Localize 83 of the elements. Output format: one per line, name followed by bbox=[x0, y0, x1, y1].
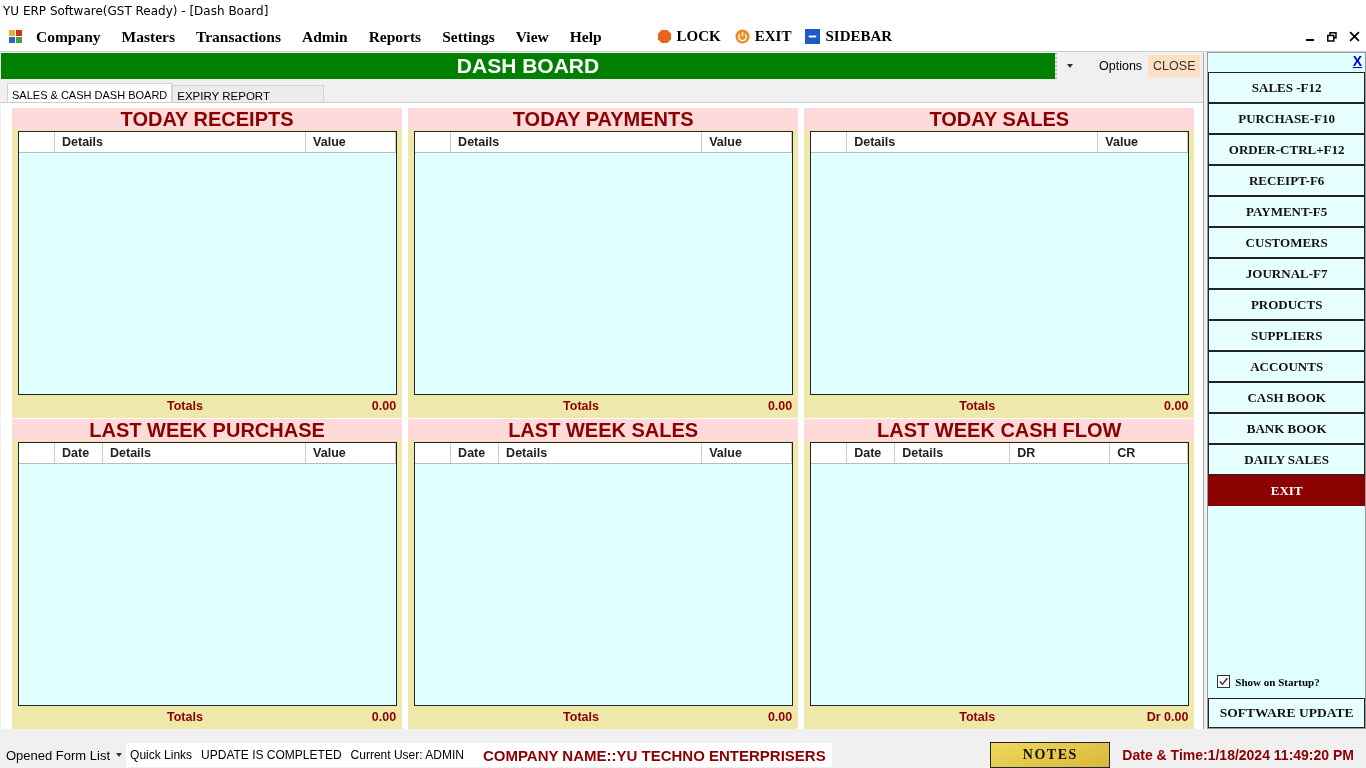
totals-label: Totals bbox=[959, 710, 996, 724]
caret-icon bbox=[116, 753, 123, 757]
panel-title: TODAY SALES bbox=[804, 108, 1195, 130]
shortcut-button[interactable]: BANK BOOK bbox=[1208, 413, 1365, 444]
column-header: Details bbox=[62, 135, 103, 149]
column-header: Details bbox=[110, 446, 151, 460]
totals-label: Totals bbox=[167, 710, 203, 724]
menu-item[interactable]: Company bbox=[36, 27, 101, 46]
panel-title: TODAY RECEIPTS bbox=[12, 108, 403, 130]
column-header: Details bbox=[506, 446, 548, 460]
menu-action-button[interactable]: LOCK bbox=[656, 28, 721, 45]
opened-form-list-dropdown[interactable]: Opened Form List bbox=[0, 747, 127, 763]
totals-value: 0.00 bbox=[767, 399, 793, 413]
dropdown-caret-icon[interactable] bbox=[1067, 64, 1073, 68]
totals-value: 0.00 bbox=[1164, 399, 1189, 413]
totals-value: 0.00 bbox=[767, 710, 793, 724]
column-header: Value bbox=[709, 446, 742, 460]
column-header: Details bbox=[458, 135, 500, 149]
column-header: Value bbox=[313, 446, 346, 460]
column-header: CR bbox=[1117, 446, 1136, 460]
software-update-button[interactable]: SOFTWARE UPDATE bbox=[1208, 698, 1365, 728]
column-header: Details bbox=[902, 446, 944, 460]
power-icon bbox=[734, 29, 750, 44]
options-button[interactable]: Options bbox=[1097, 57, 1145, 75]
totals-value: 0.00 bbox=[371, 399, 397, 413]
column-header: Date bbox=[62, 446, 90, 460]
menu-item[interactable]: View bbox=[515, 27, 549, 46]
totals-label: Totals bbox=[563, 399, 599, 413]
menu-item[interactable]: Transactions bbox=[196, 27, 281, 46]
shortcut-button[interactable]: JOURNAL-F7 bbox=[1208, 258, 1365, 289]
shortcut-button[interactable]: ACCOUNTS bbox=[1208, 351, 1365, 382]
tab[interactable]: SALES & CASH DASH BOARD bbox=[7, 83, 173, 104]
shortcut-button[interactable]: DAILY SALES bbox=[1208, 444, 1365, 475]
panel-title: LAST WEEK PURCHASE bbox=[12, 419, 403, 441]
shortcut-button[interactable]: SUPPLIERS bbox=[1208, 320, 1365, 351]
minus-icon bbox=[805, 29, 821, 44]
column-header: Value bbox=[313, 135, 346, 149]
shortcut-button[interactable]: PRODUCTS bbox=[1208, 289, 1365, 320]
app-icon bbox=[9, 29, 23, 44]
close-link[interactable]: X bbox=[1352, 53, 1362, 72]
startup-checkbox[interactable]: Show on Startup? bbox=[1208, 675, 1365, 688]
date-time: Date & Time:1/18/2024 11:49:20 PM bbox=[1122, 747, 1354, 763]
panel-title: LAST WEEK SALES bbox=[408, 419, 799, 441]
window-title: YU ERP Software(GST Ready) - [Dash Board] bbox=[3, 4, 269, 18]
update-status: UPDATE IS COMPLETED bbox=[201, 748, 342, 762]
totals-value: Dr 0.00 bbox=[1146, 710, 1189, 724]
column-header: Details bbox=[854, 135, 896, 149]
menu-action-button[interactable]: EXIT bbox=[734, 28, 792, 45]
column-header: Date bbox=[458, 446, 486, 460]
dashboard-title: DASH BOARD bbox=[456, 54, 600, 78]
close-button[interactable]: CLOSE bbox=[1148, 55, 1201, 77]
panel-title: TODAY PAYMENTS bbox=[408, 108, 799, 130]
quick-links[interactable]: Quick Links bbox=[130, 748, 193, 762]
current-user: Current User: ADMIN bbox=[350, 748, 464, 762]
shortcut-button[interactable]: PAYMENT-F5 bbox=[1208, 196, 1365, 227]
shortcut-button[interactable]: PURCHASE-F10 bbox=[1208, 103, 1365, 134]
totals-label: Totals bbox=[563, 710, 599, 724]
shortcut-button[interactable]: ORDER-CTRL+F12 bbox=[1208, 134, 1365, 165]
menu-item[interactable]: Reports bbox=[368, 27, 422, 46]
shortcut-button[interactable]: SALES -F12 bbox=[1208, 72, 1365, 103]
menu-action-button[interactable]: SIDEBAR bbox=[805, 28, 893, 45]
notes-button[interactable]: NOTES bbox=[990, 742, 1111, 768]
menu-item[interactable]: Settings bbox=[442, 27, 495, 46]
totals-label: Totals bbox=[959, 399, 996, 413]
menu-item[interactable]: Masters bbox=[121, 27, 175, 46]
exit-button[interactable]: EXIT bbox=[1208, 475, 1365, 506]
shortcut-button[interactable]: CASH BOOK bbox=[1208, 382, 1365, 413]
panel-title: LAST WEEK CASH FLOW bbox=[804, 419, 1195, 441]
checkmark-icon bbox=[1218, 676, 1230, 687]
column-header: Value bbox=[1105, 135, 1138, 149]
company-name: COMPANY NAME::YU TECHNO ENTERPRISERS bbox=[482, 746, 826, 764]
totals-label: Totals bbox=[167, 399, 203, 413]
menu-item[interactable]: Help bbox=[569, 27, 602, 46]
totals-value: 0.00 bbox=[371, 710, 397, 724]
shortcut-button[interactable]: RECEIPT-F6 bbox=[1208, 165, 1365, 196]
close-icon[interactable] bbox=[1349, 31, 1360, 42]
shortcut-button[interactable]: CUSTOMERS bbox=[1208, 227, 1365, 258]
column-header: Date bbox=[854, 446, 882, 460]
menu-item[interactable]: Admin bbox=[301, 27, 348, 46]
column-header: Value bbox=[709, 135, 742, 149]
restore-icon[interactable] bbox=[1327, 31, 1337, 42]
octagon-icon bbox=[656, 29, 672, 44]
column-header: DR bbox=[1017, 446, 1036, 460]
